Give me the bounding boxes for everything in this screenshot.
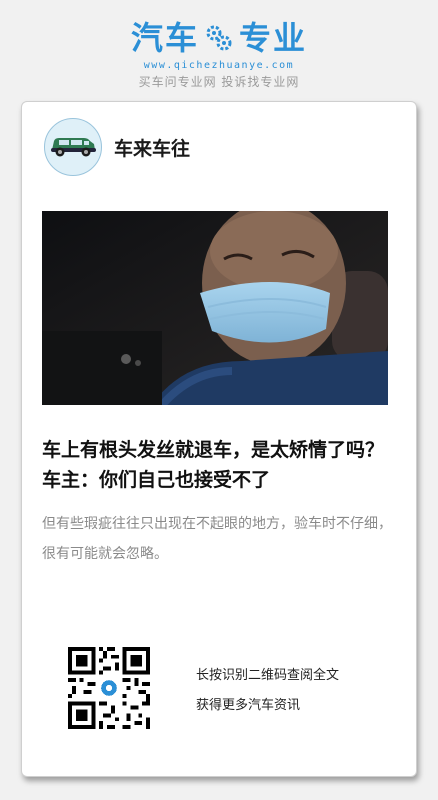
article-headline[interactable]: 车上有根头发丝就退车，是太矫情了吗？车主：你们自己也接受不了 <box>42 435 400 495</box>
author-name: 车来车往 <box>114 137 191 160</box>
qr-line-2: 获得更多汽车资讯 <box>196 698 301 713</box>
green-car-icon <box>46 130 100 164</box>
brand-slogan: 买车问专业网 投诉找专业网 <box>138 75 300 89</box>
brand-url: www.qichezhuanye.com <box>143 60 295 71</box>
author-row: 车来车往 <box>44 118 190 176</box>
article-summary: 但有些瑕疵往往只出现在不起眼的地方，验车时不仔细，很有可能就会忽略。 <box>42 516 392 562</box>
avatar <box>44 118 102 176</box>
gear-icon <box>205 24 233 52</box>
qr-instructions: 长按识别二维码查阅全文 获得更多汽车资讯 <box>196 661 339 721</box>
qr-code[interactable] <box>68 647 150 729</box>
article-card[interactable]: 车来车往 车上有根头发丝就退车，是太矫情了吗？车主：你们自己也接受不了 但有些瑕… <box>21 101 417 777</box>
qr-line-1: 长按识别二维码查阅全文 <box>196 668 340 683</box>
brand-logo: 汽车 专业 <box>0 18 438 58</box>
brand-word-right: 专业 <box>239 19 308 57</box>
masked-man-photo <box>42 211 388 405</box>
brand-header: 汽车 专业 www.qichezhuanye.com 买车问专业网 投诉找专业网 <box>0 18 438 90</box>
brand-word-left: 汽车 <box>130 19 199 57</box>
